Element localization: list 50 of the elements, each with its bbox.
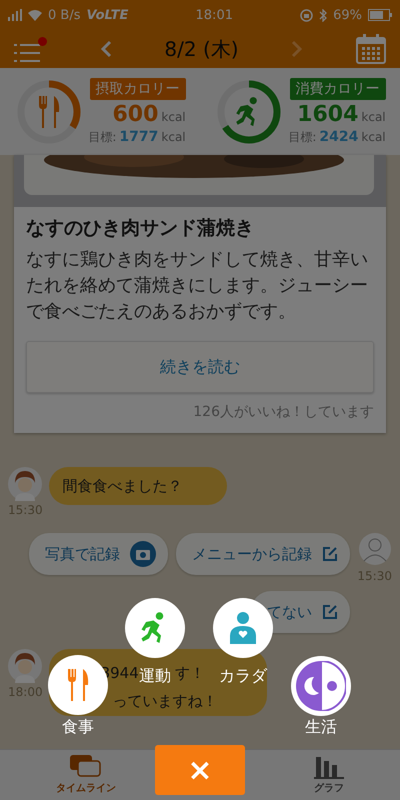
close-button[interactable]: × — [155, 745, 245, 795]
category-label: カラダ — [219, 666, 267, 685]
date-title: 8/2 (木) — [164, 36, 239, 62]
goal-label: 目標: — [288, 128, 316, 146]
reply-button[interactable]: メニューから記録 — [176, 533, 350, 575]
volte-label: VoLTE — [86, 8, 128, 22]
message-text: す！ — [174, 664, 205, 682]
category-label: 生活 — [305, 717, 337, 736]
category-label: 運動 — [139, 666, 171, 685]
person-heart-icon — [228, 612, 258, 644]
recipe-description: なすに鶏ひき肉をサンドして焼き、甘辛いたれを絡めて蒲焼きにします。ジューシーで食べごたえのあるおかずです。 — [26, 248, 369, 324]
message-text: っていますね！ — [112, 692, 218, 710]
likes-count: 126人がいいね！しています — [193, 403, 374, 422]
read-more-button[interactable]: 続きを読む — [26, 341, 374, 393]
camera-icon — [130, 541, 156, 567]
nav-tab[interactable]: グラフ — [308, 750, 350, 800]
category-label: 食事 — [62, 717, 94, 736]
unit-label: kcal — [161, 110, 186, 124]
message-text: 間食食べました？ — [62, 477, 183, 495]
clock: 18:01 — [196, 8, 233, 22]
unit-label: kcal — [361, 130, 386, 144]
network-speed: 0 B/s — [48, 8, 80, 22]
goal-value: 2424 — [319, 128, 358, 144]
edit-icon — [322, 546, 338, 562]
nav-tab[interactable]: タイムライン — [50, 750, 122, 800]
bar-chart-icon — [314, 755, 344, 779]
chat-bubbles-icon — [70, 755, 102, 779]
moon-sun-icon — [296, 661, 346, 711]
battery-percent: 69% — [333, 8, 362, 22]
user-avatar — [358, 533, 391, 565]
recipe-title: なすのひき肉サンド蒲焼き — [26, 216, 255, 241]
calorie-value: 1604 — [297, 102, 358, 126]
wifi-icon — [28, 10, 42, 20]
edit-icon — [322, 604, 338, 620]
unit-label: kcal — [161, 130, 186, 144]
signal-icon — [8, 9, 22, 21]
calorie-label: 摂取カロリー — [90, 78, 186, 100]
battery-icon — [368, 9, 392, 21]
calorie-label: 消費カロリー — [290, 78, 386, 100]
lock-rotation-icon — [300, 8, 314, 22]
avatar — [8, 467, 42, 501]
goal-label: 目標: — [88, 128, 116, 146]
reply-button[interactable]: 写真で記録 — [29, 533, 168, 575]
menu-button[interactable] — [14, 36, 47, 62]
goal-value: 1777 — [119, 128, 158, 144]
fork-knife-icon — [65, 669, 91, 701]
unit-label: kcal — [361, 110, 386, 124]
avatar — [8, 649, 42, 683]
calorie-value: 600 — [112, 102, 158, 126]
bluetooth-icon — [319, 8, 328, 22]
